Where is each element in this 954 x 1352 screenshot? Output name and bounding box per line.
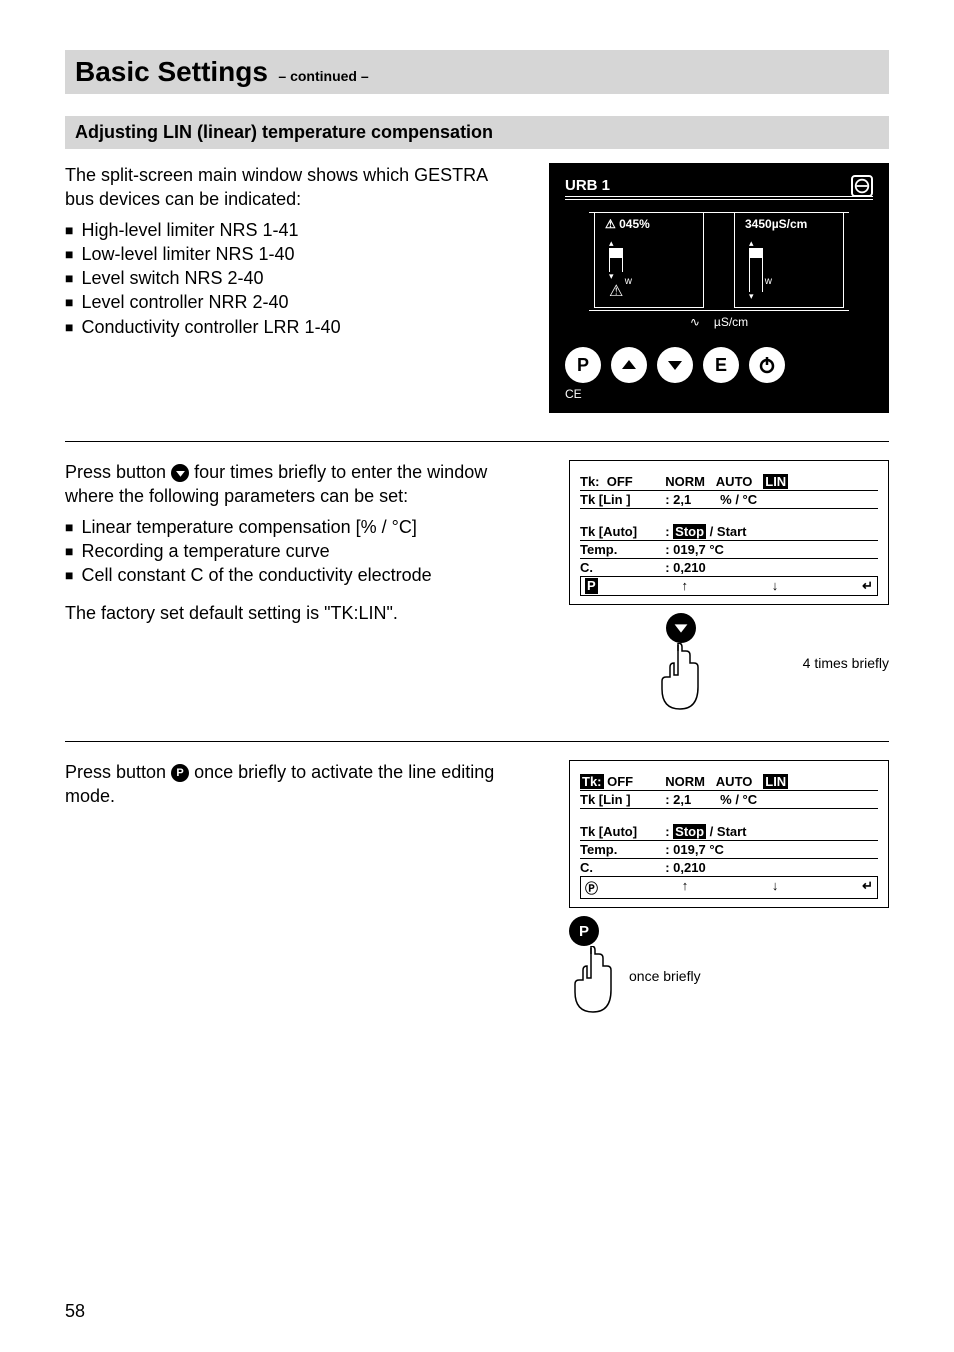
p-button-hint: P bbox=[569, 916, 599, 946]
press-hint: once briefly bbox=[629, 968, 701, 984]
intro-text: The split-screen main window shows which… bbox=[65, 163, 519, 212]
list-item: Low-level limiter NRS 1-40 bbox=[65, 242, 519, 266]
list-item: Level switch NRS 2-40 bbox=[65, 266, 519, 290]
param-display-1: Tk: OFF NORM AUTO LIN Tk [Lin ] : 2,1 % … bbox=[569, 460, 889, 605]
brand-logo-icon bbox=[851, 175, 873, 197]
ce-mark: CE bbox=[565, 387, 873, 401]
selected-lin: LIN bbox=[763, 474, 788, 489]
param-display-2: Tk: OFF NORM AUTO LIN Tk [Lin ] : 2,1 % … bbox=[569, 760, 889, 908]
selected-tk: Tk: bbox=[580, 774, 604, 789]
title-bar: Basic Settings – continued – bbox=[65, 50, 889, 94]
list-item: High-level limiter NRS 1-41 bbox=[65, 218, 519, 242]
hand-icon bbox=[569, 946, 619, 1016]
warning-icon: ⚠ bbox=[605, 217, 616, 231]
down-button-hint bbox=[666, 613, 696, 643]
separator bbox=[65, 441, 889, 442]
p-button[interactable]: P bbox=[565, 347, 601, 383]
e-button[interactable]: E bbox=[703, 347, 739, 383]
list-item: Conductivity controller LRR 1-40 bbox=[65, 315, 519, 339]
device-title: URB 1 bbox=[565, 177, 873, 194]
list-item: Linear temperature compensation [% / °C] bbox=[65, 515, 539, 539]
title-main: Basic Settings bbox=[75, 56, 268, 87]
power-button[interactable] bbox=[749, 347, 785, 383]
conductivity-value: 3450µS/cm bbox=[745, 217, 833, 231]
level-value: 045% bbox=[619, 217, 650, 231]
instruction-text: Press button P once briefly to activate … bbox=[65, 760, 539, 809]
level-gauge-left: ⚠ 045% ▴ w ▾ ⚠ bbox=[594, 213, 704, 308]
hand-icon bbox=[656, 643, 706, 713]
section-heading: Adjusting LIN (linear) temperature compe… bbox=[65, 116, 889, 149]
list-item: Cell constant C of the conductivity elec… bbox=[65, 563, 539, 587]
default-note: The factory set default setting is "TK:L… bbox=[65, 601, 539, 625]
list-item: Level controller NRR 2-40 bbox=[65, 290, 519, 314]
level-gauge-right: 3450µS/cm ▴ w ▾ bbox=[734, 213, 844, 308]
instruction-text: Press button four times briefly to enter… bbox=[65, 460, 539, 509]
chart-icon: ∿ bbox=[690, 315, 700, 329]
down-button[interactable] bbox=[657, 347, 693, 383]
title-sub: – continued – bbox=[278, 68, 368, 84]
separator bbox=[65, 741, 889, 742]
up-button[interactable] bbox=[611, 347, 647, 383]
list-item: Recording a temperature curve bbox=[65, 539, 539, 563]
press-hint: 4 times briefly bbox=[803, 655, 889, 671]
device-panel: URB 1 ⚠ 045% ▴ w bbox=[549, 163, 889, 413]
down-icon bbox=[171, 464, 189, 482]
p-icon: P bbox=[171, 764, 189, 782]
unit-label: µS/cm bbox=[714, 315, 748, 329]
page-number: 58 bbox=[65, 1301, 85, 1322]
